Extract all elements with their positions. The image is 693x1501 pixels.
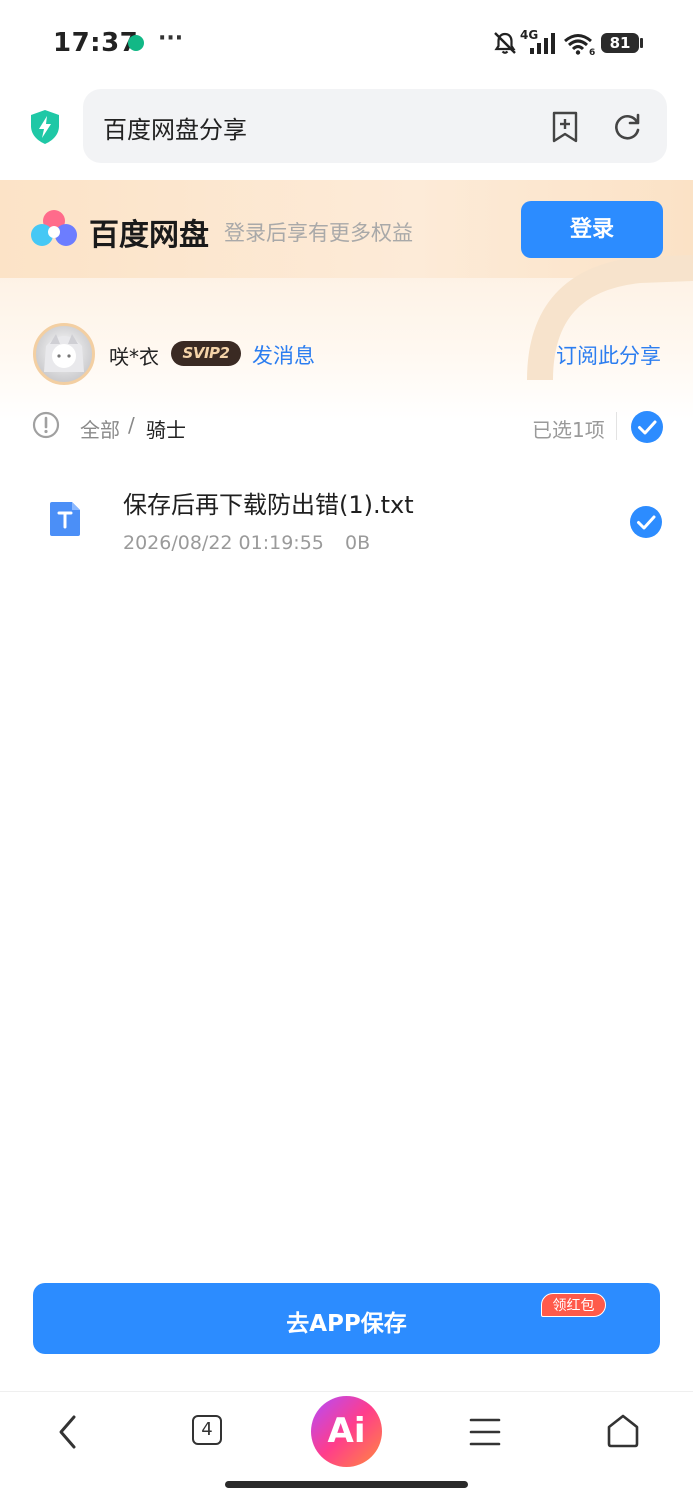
ai-assistant-icon[interactable]: Ai xyxy=(311,1396,382,1467)
svg-text:6: 6 xyxy=(589,48,595,56)
info-icon[interactable] xyxy=(32,411,60,439)
home-icon[interactable] xyxy=(605,1413,641,1449)
file-checkbox[interactable] xyxy=(629,505,663,539)
mute-bell-icon xyxy=(494,32,516,54)
red-packet-badge[interactable]: 领红包 xyxy=(541,1293,606,1317)
send-message-link[interactable]: 发消息 xyxy=(252,340,315,370)
reload-icon[interactable] xyxy=(610,110,644,144)
selected-count: 已选1项 xyxy=(532,418,605,442)
login-slogan: 登录后享有更多权益 xyxy=(224,221,413,245)
address-text[interactable]: 百度网盘分享 xyxy=(103,110,247,145)
signal-icon xyxy=(530,33,555,54)
divider xyxy=(616,412,617,440)
file-date: 2026/08/22 01:19:55 xyxy=(123,532,324,554)
wifi-icon: 6 xyxy=(564,34,595,56)
status-more-indicator: ··· xyxy=(158,26,184,51)
home-indicator[interactable] xyxy=(225,1481,468,1488)
breadcrumb-root[interactable]: 全部 xyxy=(80,414,120,443)
breadcrumb-separator: / xyxy=(128,413,135,437)
add-bookmark-icon[interactable] xyxy=(548,110,582,144)
select-all-checkbox[interactable] xyxy=(630,410,664,444)
breadcrumb-current: 骑士 xyxy=(146,418,186,442)
sharer-name: 咲*衣 xyxy=(109,345,159,369)
subscribe-share-link[interactable]: 订阅此分享 xyxy=(556,340,661,370)
status-time: 17:37 xyxy=(53,28,139,58)
avatar-illustration xyxy=(44,334,84,372)
brand-name: 百度网盘 xyxy=(89,218,209,253)
login-button[interactable]: 登录 xyxy=(521,201,663,258)
back-icon[interactable] xyxy=(52,1412,86,1452)
file-size: 0B xyxy=(345,532,371,554)
menu-icon[interactable] xyxy=(468,1416,502,1448)
baidu-netdisk-logo-icon xyxy=(31,210,77,246)
avatar[interactable] xyxy=(33,323,95,385)
svip-badge: SVIP2 xyxy=(171,341,241,366)
battery-tip xyxy=(640,38,643,48)
txt-file-icon xyxy=(50,502,80,536)
file-name[interactable]: 保存后再下载防出错(1).txt xyxy=(123,485,414,520)
battery-icon: 81 xyxy=(601,33,639,53)
shield-icon[interactable] xyxy=(28,108,62,146)
app-notification-icon xyxy=(128,35,144,51)
tabs-icon[interactable]: 4 xyxy=(192,1415,222,1445)
